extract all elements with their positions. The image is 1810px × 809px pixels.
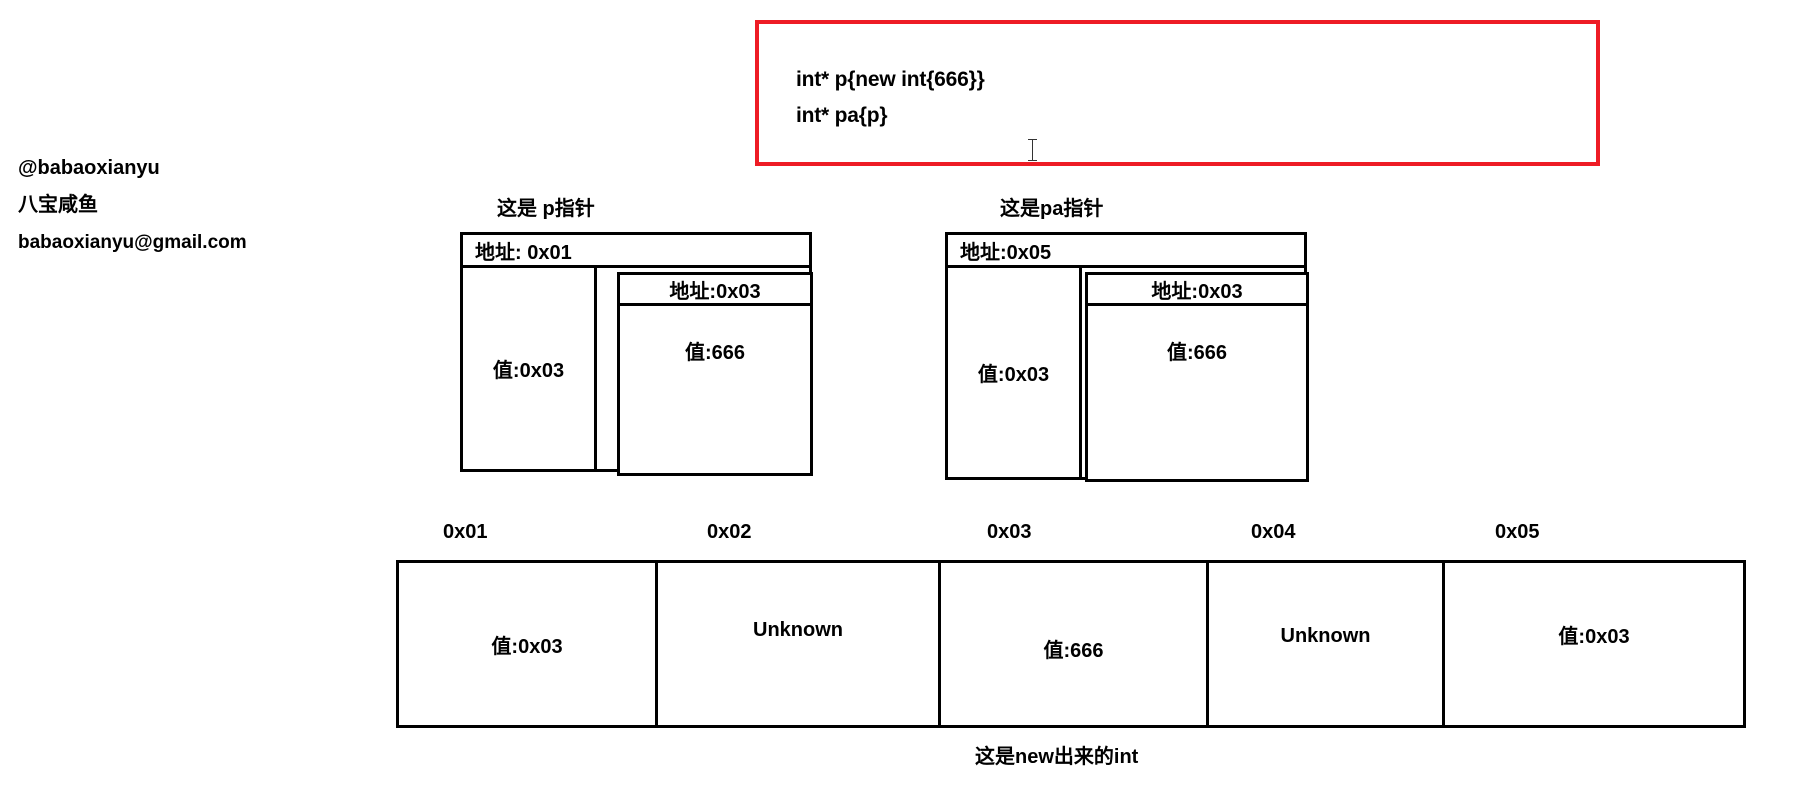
pointer-pa-target-address-label: 地址:0x03 [1088,275,1306,306]
memory-cell-value: 值:0x03 [491,635,563,658]
memory-cell: 0x05 值:0x03 [1445,521,1743,725]
pointer-p-address-label: 地址: 0x01 [463,235,809,268]
pointer-p-target-box: 地址:0x03 值:666 [617,272,813,476]
memory-cell-value: Unknown [1280,624,1371,647]
author-handle: @babaoxianyu [18,157,160,179]
author-email: babaoxianyu@gmail.com [18,232,247,253]
pointer-pa-value-label: 值:0x03 [948,268,1082,480]
memory-cell-address: 0x01 [443,521,488,543]
memory-cell-address: 0x04 [1251,521,1296,543]
code-line-declaration-pa: int* pa{p} [796,104,888,127]
memory-cell-value: 值:666 [1043,639,1104,662]
pointer-pa-target-box: 地址:0x03 值:666 [1085,272,1309,482]
code-line-declaration-p: int* p{new int{666}} [796,68,985,91]
memory-cell-value: 值:0x03 [1558,625,1630,648]
text-cursor-icon [1028,139,1037,161]
memory-strip-caption: 这是new出来的int [975,746,1139,768]
author-name: 八宝咸鱼 [18,194,98,216]
pointer-p-target-value-label: 值:666 [684,342,746,364]
memory-cell: 0x03 值:666 [941,521,1209,725]
memory-strip: 0x01 值:0x03 0x02 Unknown 0x03 值:666 0x04… [396,521,1746,728]
memory-cell: 0x02 Unknown [658,521,941,725]
author-credits: @babaoxianyu 八宝咸鱼 babaoxianyu@gmail.com [18,150,338,261]
pointer-p-target-address-label: 地址:0x03 [620,275,810,306]
pointer-pa-target-value-label: 值:666 [1166,342,1228,364]
pointer-pa-address-label: 地址:0x05 [948,235,1304,268]
memory-cell-value: Unknown [753,618,843,641]
memory-cell-address: 0x03 [987,521,1032,543]
memory-cell-address: 0x05 [1495,521,1540,543]
memory-cell-address: 0x02 [707,521,752,543]
pointer-p-value-label: 值:0x03 [463,268,597,472]
memory-cell: 0x04 Unknown [1209,521,1445,725]
memory-cell: 0x01 值:0x03 [399,521,658,725]
pointer-pa-caption: 这是pa指针 [1000,198,1104,220]
code-callout-box: int* p{new int{666}} int* pa{p} [755,20,1600,166]
pointer-p-caption: 这是 p指针 [497,198,595,220]
